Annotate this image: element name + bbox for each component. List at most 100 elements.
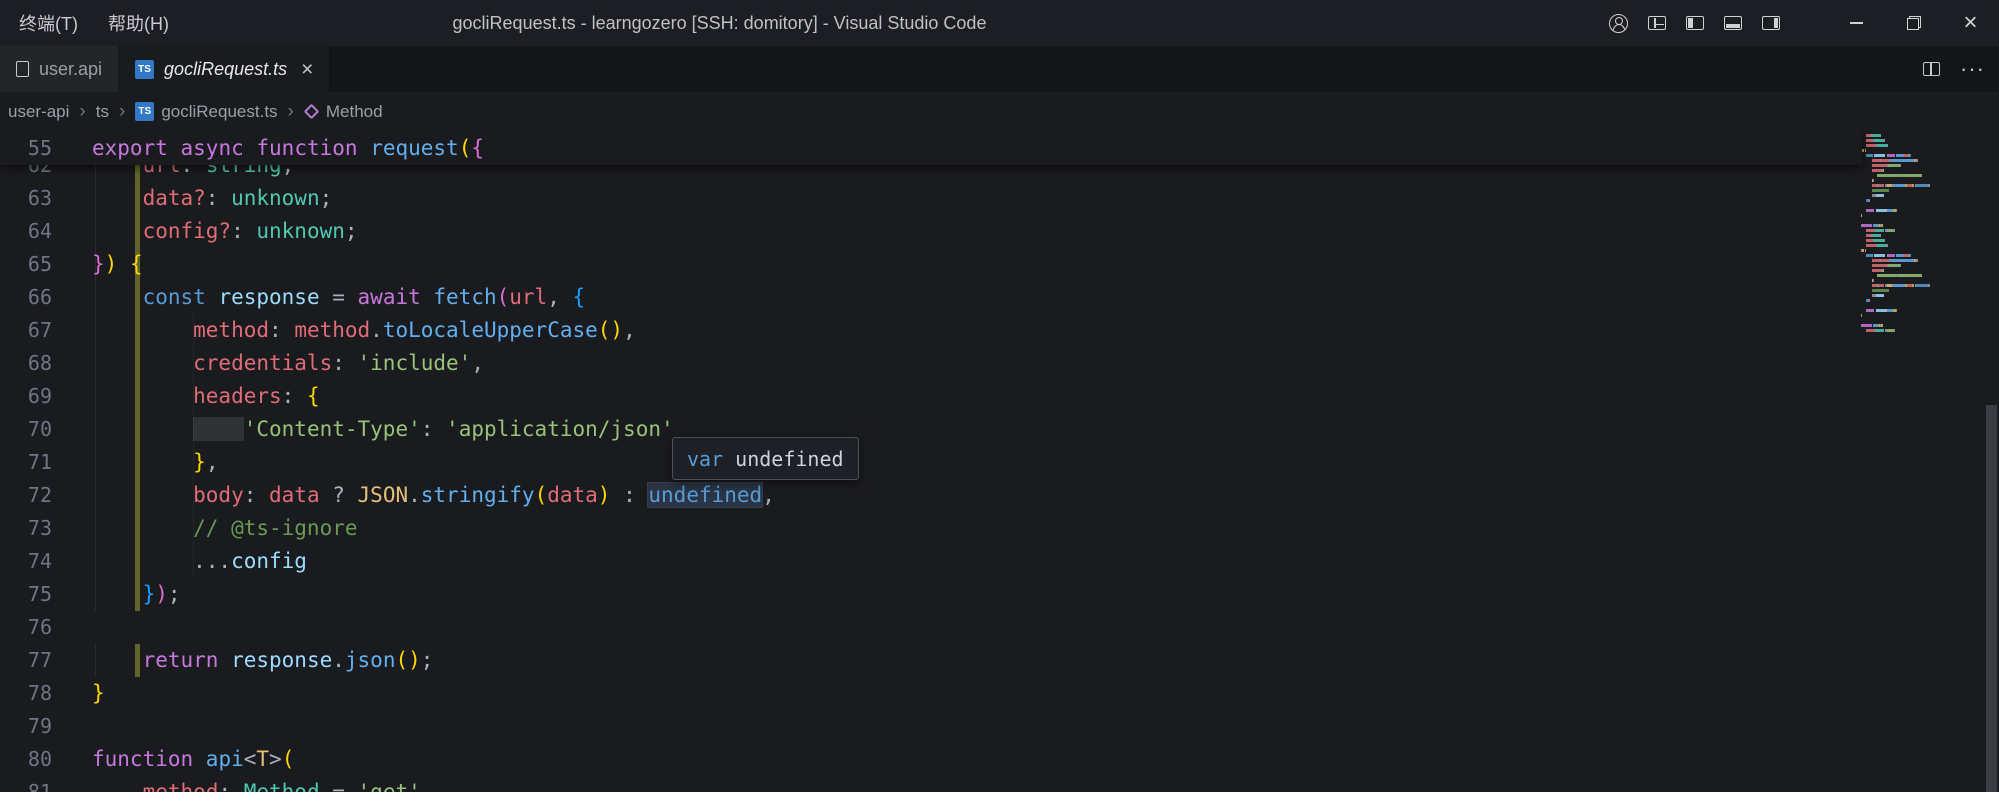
code-token: ; [345,219,358,243]
toggle-sidebar-left-icon[interactable] [1686,16,1704,30]
line-number: 76 [0,611,92,644]
tab-goclirequest[interactable]: TS gocliRequest.ts × [119,46,330,92]
code-text: return response.json(); [92,644,433,677]
code-token: ; [168,582,181,606]
restore-button[interactable] [1885,0,1942,46]
code-line[interactable]: 76 [0,611,775,644]
code-token: () [598,318,623,342]
code-token: function [256,136,357,160]
code-line[interactable]: 63 data?: unknown; [0,182,775,215]
code-line[interactable]: 68 credentials: 'include', [0,347,775,380]
code-line[interactable]: 70 'Content-Type': 'application/json' [0,413,775,446]
breadcrumb-file-label: gocliRequest.ts [161,102,277,122]
close-button[interactable]: × [1942,0,1999,46]
scrollbar-thumb[interactable] [1986,405,1997,792]
code-text: method: Method = 'get', [92,776,433,792]
breadcrumb-folder[interactable]: user-api [8,102,69,122]
symbol-method-icon [304,104,320,120]
code-line[interactable]: 69 headers: { [0,380,775,413]
code-area: 62 url: string;63 data?: unknown;64 conf… [0,149,775,792]
code-text: body: data ? JSON.stringify(data) : unde… [92,479,775,512]
code-token: () [395,648,420,672]
tab-label: user.api [39,59,102,80]
code-text: const response = await fetch(url, { [92,281,585,314]
breadcrumb-symbol[interactable]: Method [304,102,383,122]
code-token: , [471,351,484,375]
code-token: ; [320,186,333,210]
tab-user-api[interactable]: user.api [0,46,119,92]
code-token: ( [459,136,472,160]
more-actions-icon[interactable]: ··· [1960,58,1985,80]
code-line[interactable]: 65}) { [0,248,775,281]
breadcrumb-folder[interactable]: ts [96,102,109,122]
code-token: await [358,285,421,309]
close-icon: × [1963,11,1977,35]
breadcrumb: user-api › ts › TS gocliRequest.ts › Met… [0,92,1999,131]
code-line[interactable]: 74 ...config [0,545,775,578]
toggle-sidebar-right-icon[interactable] [1762,16,1780,30]
code-token: response [218,648,332,672]
code-text: }); [92,578,181,611]
code-line[interactable]: 78} [0,677,775,710]
code-text: data?: unknown; [92,182,332,215]
customize-layout-icon[interactable] [1648,16,1666,30]
code-token: data [269,483,320,507]
sticky-scroll-line[interactable]: 55 export async function request({ [0,131,1862,165]
code-token: : [206,186,231,210]
code-token: method [92,780,218,792]
code-token: unknown [231,186,320,210]
code-token: undefined [735,447,843,471]
code-token: { [130,252,143,276]
code-token: . [370,318,383,342]
vscode-window: 终端(T) 帮助(H) gocliRequest.ts - learngozer… [0,0,1999,792]
code-token: ( [282,747,295,771]
code-text: 'Content-Type': 'application/json' [92,413,674,446]
split-editor-icon[interactable] [1923,62,1940,76]
code-line[interactable]: 71 }, [0,446,775,479]
code-line[interactable]: 77 return response.json(); [0,644,775,677]
line-number: 69 [0,380,92,413]
code-token [193,417,244,441]
code-line[interactable]: 72 body: data ? JSON.stringify(data) : u… [0,479,775,512]
code-token: { [307,384,320,408]
code-token: data? [92,186,206,210]
code-token: headers [92,384,282,408]
code-text: }) { [92,248,143,281]
code-token: , [623,318,636,342]
code-token: : [421,417,446,441]
code-text: function api<T>( [92,743,294,776]
tab-close-icon[interactable]: × [301,59,313,80]
code-line[interactable]: 81 method: Method = 'get', [0,776,775,792]
breadcrumb-file[interactable]: TS gocliRequest.ts [135,102,277,122]
line-number: 66 [0,281,92,314]
code-token: : [269,318,294,342]
code-token: T [256,747,269,771]
code-token: JSON [358,483,409,507]
line-number: 74 [0,545,92,578]
code-line[interactable]: 79 [0,710,775,743]
toggle-panel-icon[interactable] [1724,16,1742,30]
restore-icon [1907,16,1921,30]
code-token: ? [320,483,358,507]
line-number: 67 [0,314,92,347]
code-token: fetch [421,285,497,309]
minimize-button[interactable] [1828,0,1885,46]
code-token [92,582,143,606]
code-token: ) [105,252,118,276]
code-token: 'get' [358,780,421,792]
code-token: , [762,483,775,507]
code-text: // @ts-ignore [92,512,358,545]
code-line[interactable]: 80function api<T>( [0,743,775,776]
minimap[interactable] [1861,134,1953,334]
code-text: config?: unknown; [92,215,358,248]
line-number: 68 [0,347,92,380]
code-line[interactable]: 66 const response = await fetch(url, { [0,281,775,314]
code-line[interactable]: 64 config?: unknown; [0,215,775,248]
account-icon[interactable] [1609,14,1628,33]
code-line[interactable]: 73 // @ts-ignore [0,512,775,545]
editor[interactable]: 62 url: string;63 data?: unknown;64 conf… [0,131,1999,792]
code-line[interactable]: 67 method: method.toLocaleUpperCase(), [0,314,775,347]
file-icon [16,61,29,77]
code-token: . [332,648,345,672]
code-line[interactable]: 75 }); [0,578,775,611]
